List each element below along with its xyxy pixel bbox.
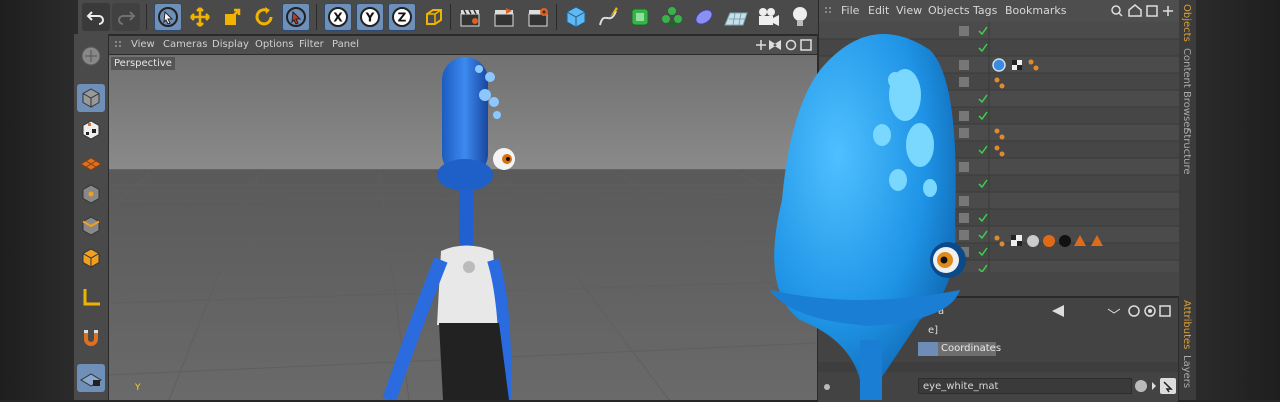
drag-handle-icon xyxy=(825,7,831,13)
svg-text:X: X xyxy=(333,11,343,25)
redo-icon xyxy=(118,11,136,25)
y-axis-lock[interactable]: Y xyxy=(356,3,384,31)
lock-grid-icon xyxy=(80,373,102,387)
subdivision-icon xyxy=(631,8,649,26)
points-cube-icon xyxy=(82,184,100,204)
render-to-picture-viewer-button[interactable] xyxy=(490,3,518,31)
viewport-menu-panel[interactable]: Panel xyxy=(332,39,359,50)
texture-mode-button[interactable] xyxy=(77,116,105,144)
y-axis-icon: Y xyxy=(360,7,380,27)
move-tool[interactable] xyxy=(186,3,214,31)
viewport-menu-bar: View Cameras Display Options Filter Pane… xyxy=(109,36,817,54)
om-menu-bookmarks[interactable]: Bookmarks xyxy=(1005,4,1066,17)
world-coordinates-icon xyxy=(426,9,442,25)
om-menu-objects[interactable]: Objects xyxy=(928,4,970,17)
snap-button[interactable] xyxy=(77,324,105,352)
rotate-icon xyxy=(255,7,273,26)
workplane-grid-icon xyxy=(80,157,102,171)
side-tab-content-browser[interactable]: Content Browser xyxy=(1181,48,1192,131)
move-icon xyxy=(190,7,210,27)
z-axis-icon: Z xyxy=(392,7,412,27)
undo-button[interactable] xyxy=(82,3,110,31)
om-menu-view[interactable]: View xyxy=(896,4,922,17)
viewport-menu-filter[interactable]: Filter xyxy=(299,39,324,50)
floor-button[interactable] xyxy=(722,3,750,31)
x-axis-icon: X xyxy=(328,7,348,27)
floor-icon xyxy=(724,12,748,26)
scale-icon xyxy=(225,8,241,25)
svg-text:Y: Y xyxy=(365,11,375,25)
main-toolbar: X Y Z xyxy=(78,0,818,35)
manager-side-tabs: Objects Content Browser Structure Attrib… xyxy=(1179,0,1196,400)
mode-palette xyxy=(74,34,109,400)
spline-pen-button[interactable] xyxy=(594,3,622,31)
cursor-icon xyxy=(286,7,306,27)
selection-cursor-icon xyxy=(158,7,178,27)
polygons-mode-button[interactable] xyxy=(77,244,105,272)
array-button[interactable] xyxy=(658,3,686,31)
scale-tool[interactable] xyxy=(218,3,246,31)
side-tab-objects[interactable]: Objects xyxy=(1181,4,1192,42)
om-menu-tags[interactable]: Tags xyxy=(973,4,997,17)
side-tab-layers[interactable]: Layers xyxy=(1181,355,1192,388)
model-cube-icon xyxy=(82,88,100,108)
make-editable-icon xyxy=(81,46,101,66)
cloner-icon xyxy=(662,7,682,27)
clapboard-play-icon xyxy=(494,8,514,27)
character-small xyxy=(382,57,515,400)
rotate-tool[interactable] xyxy=(250,3,278,31)
points-mode-button[interactable] xyxy=(77,180,105,208)
drag-handle-icon xyxy=(115,41,121,47)
om-menu-edit[interactable]: Edit xyxy=(868,4,889,17)
perspective-viewport[interactable]: Perspective Y xyxy=(109,55,817,400)
spline-pen-icon xyxy=(599,7,618,26)
side-tab-attributes[interactable]: Attributes xyxy=(1181,300,1192,349)
deformer-icon xyxy=(695,9,713,25)
render-settings-button[interactable] xyxy=(524,3,552,31)
viewport-menu-cameras[interactable]: Cameras xyxy=(163,39,207,50)
axis-corner-icon xyxy=(83,289,100,306)
clapboard-icon xyxy=(460,9,480,27)
render-view-button[interactable] xyxy=(456,3,484,31)
edges-mode-button[interactable] xyxy=(77,212,105,240)
attr-nav-icons[interactable] xyxy=(1050,304,1176,318)
axis-y-label: Y xyxy=(135,383,141,393)
viewport-camera-label: Perspective xyxy=(111,57,175,70)
side-tab-structure[interactable]: Structure xyxy=(1181,128,1192,175)
om-menu-file[interactable]: File xyxy=(841,4,859,17)
live-selection-tool[interactable] xyxy=(154,3,182,31)
viewport-menu-view[interactable]: View xyxy=(131,39,155,50)
workplane-mode-button[interactable] xyxy=(77,148,105,176)
checker-cube-icon xyxy=(82,120,100,140)
coordinate-system-toggle[interactable] xyxy=(420,3,448,31)
workplane-lock-button[interactable] xyxy=(77,364,105,392)
clapboard-gear-icon xyxy=(528,8,548,27)
object-manager-menu: File Edit View Objects Tags Bookmarks xyxy=(819,0,1179,22)
make-editable-button[interactable] xyxy=(77,42,105,70)
viewport-menu-display[interactable]: Display xyxy=(212,39,249,50)
redo-button[interactable] xyxy=(112,3,140,31)
magnet-icon xyxy=(84,330,98,346)
om-header-icons[interactable] xyxy=(1111,4,1175,18)
z-axis-lock[interactable]: Z xyxy=(388,3,416,31)
recent-tool[interactable] xyxy=(282,3,310,31)
cube-icon xyxy=(566,6,586,28)
character-closeup-render xyxy=(770,34,966,400)
material-field-buttons[interactable] xyxy=(1134,378,1176,394)
polygons-cube-icon xyxy=(82,248,100,268)
viewport-menu-options[interactable]: Options xyxy=(255,39,294,50)
svg-text:Z: Z xyxy=(398,11,407,25)
cube-object-button[interactable] xyxy=(562,3,590,31)
model-mode-button[interactable] xyxy=(77,84,105,112)
subdivision-surface-button[interactable] xyxy=(626,3,654,31)
x-axis-lock[interactable]: X xyxy=(324,3,352,31)
axis-mode-button[interactable] xyxy=(77,284,105,312)
deformer-button[interactable] xyxy=(690,3,718,31)
undo-icon xyxy=(86,11,104,25)
edges-cube-icon xyxy=(82,216,100,236)
